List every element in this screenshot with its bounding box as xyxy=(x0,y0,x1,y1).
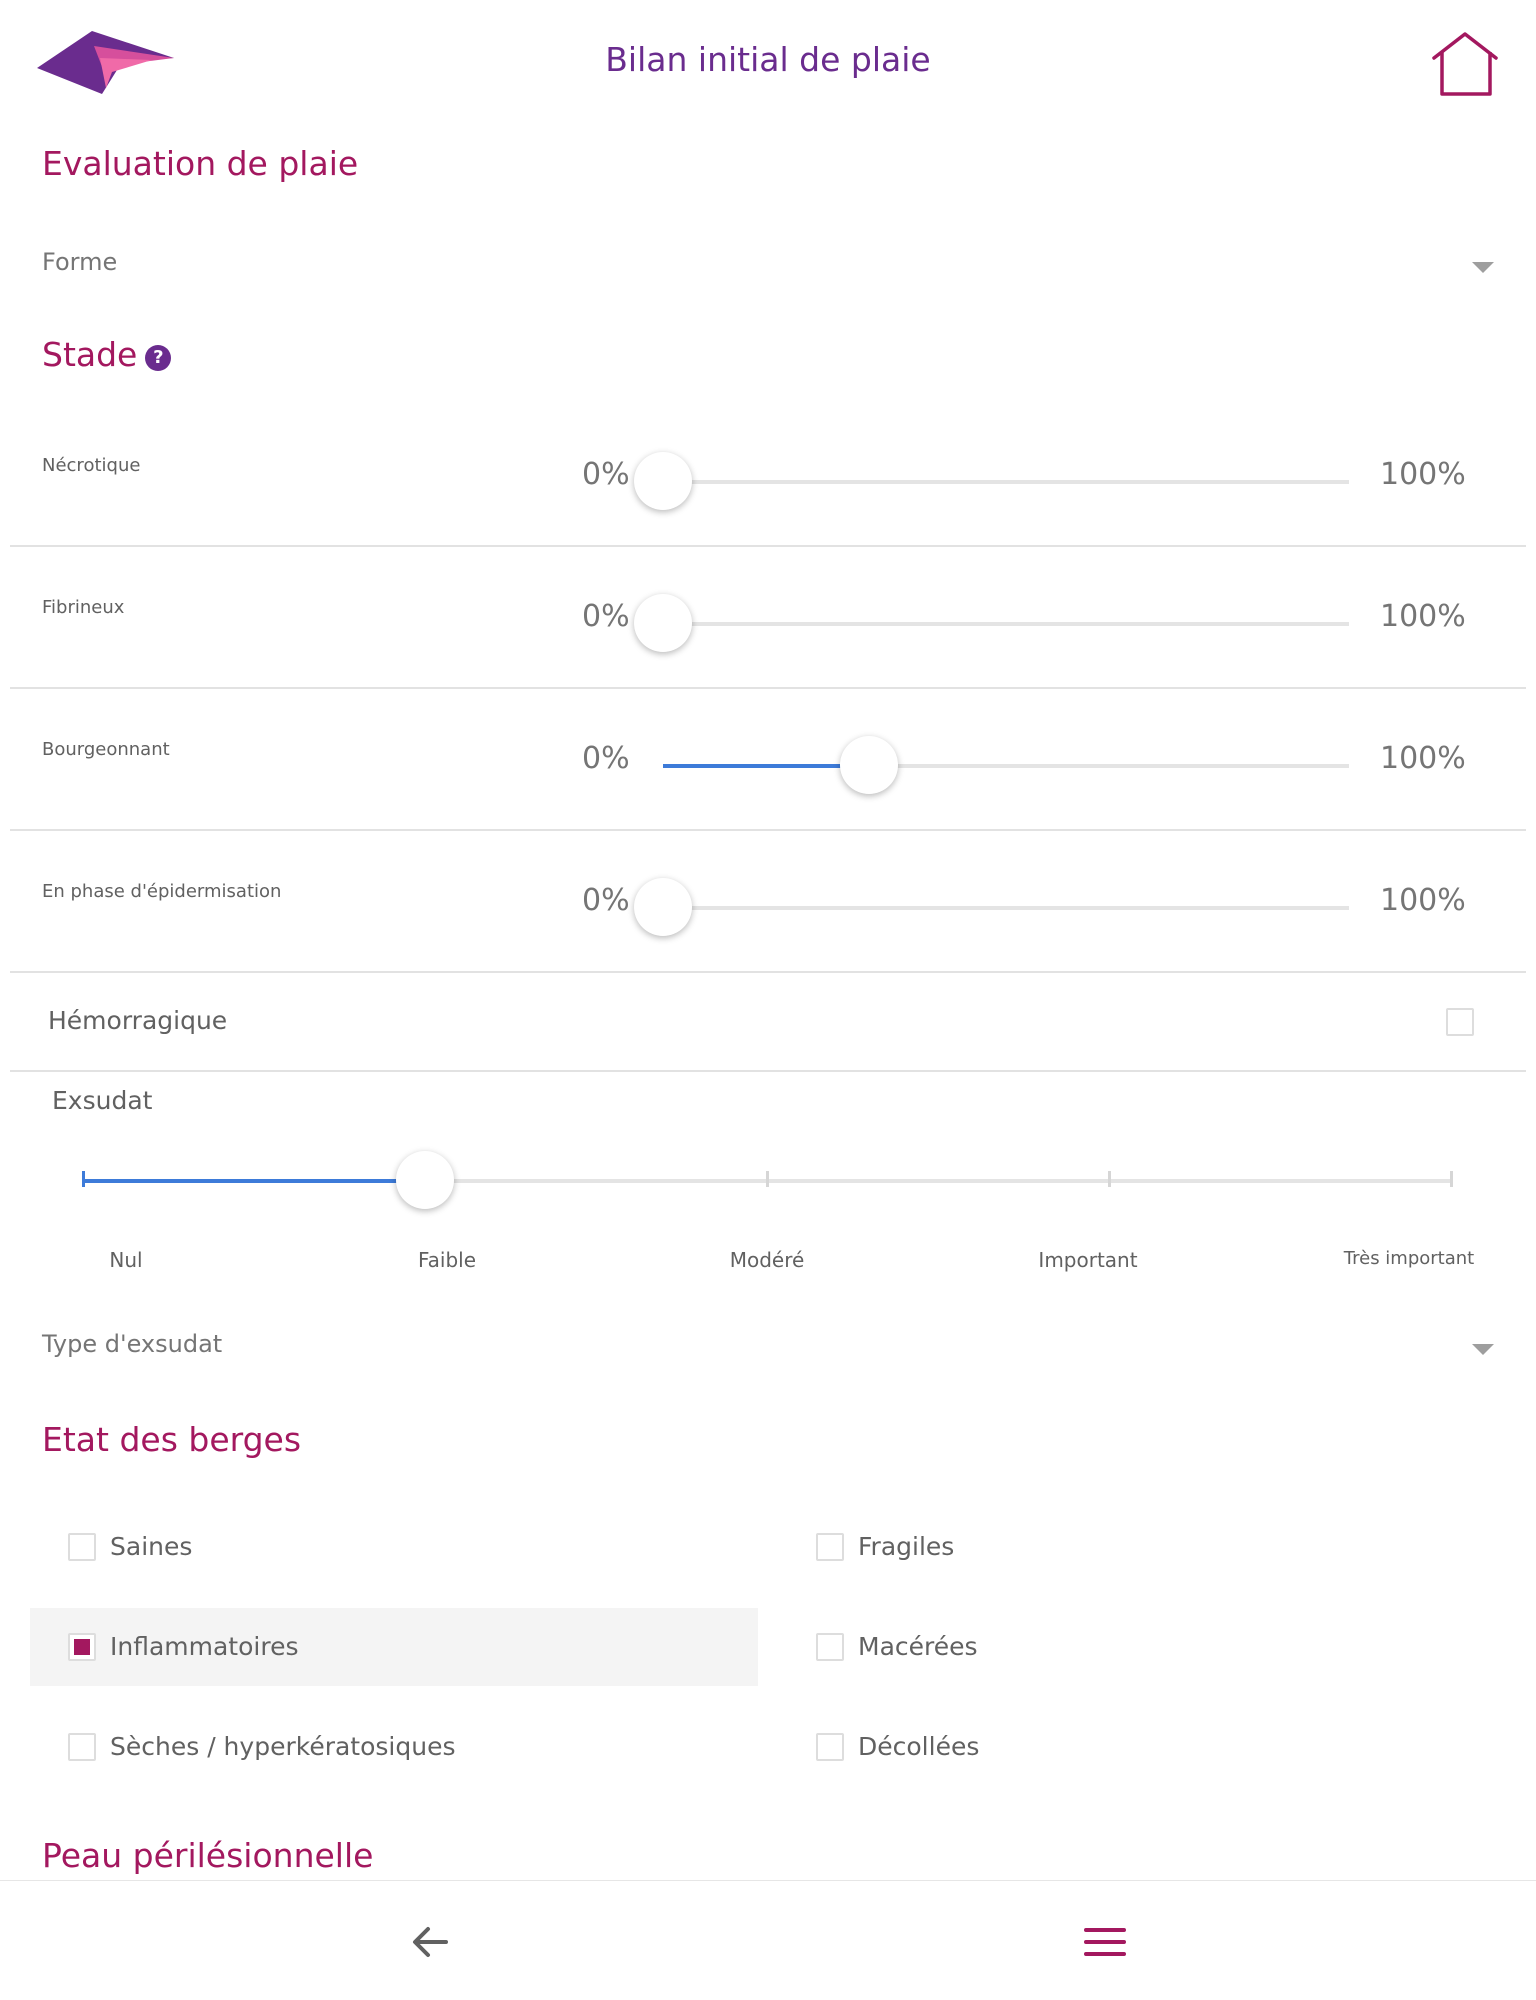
exsudat-slider-track[interactable] xyxy=(82,1151,1453,1209)
stage-slider-track[interactable] xyxy=(634,594,1349,652)
berge-option-saines[interactable]: Saines xyxy=(30,1508,758,1586)
help-icon[interactable]: ? xyxy=(145,345,172,371)
arrow-left-icon[interactable] xyxy=(406,1917,456,1967)
menu-icon[interactable] xyxy=(1080,1917,1130,1967)
app-title: Bilan initial de plaie xyxy=(605,40,931,79)
stage-row-fibrineux: Fibrineux 0% 100% xyxy=(10,547,1526,689)
section-title-berges: Etat des berges xyxy=(42,1420,302,1459)
stage-row-bourgeonnant: Bourgeonnant 0% 100% xyxy=(10,689,1526,831)
berge-option-label: Fragiles xyxy=(858,1532,955,1561)
forme-select[interactable]: Forme xyxy=(42,236,1494,296)
exsudat-level-modere[interactable]: Modéré xyxy=(667,1248,867,1272)
stage-slider-thumb[interactable] xyxy=(634,878,692,936)
stage-slider-thumb[interactable] xyxy=(839,736,898,794)
stage-max-label: 100% xyxy=(1380,741,1466,776)
berge-checkbox[interactable] xyxy=(816,1533,844,1561)
bottom-nav-bar xyxy=(0,1880,1536,2000)
stage-label: Nécrotique xyxy=(42,455,141,476)
stage-slider-fill xyxy=(663,764,869,768)
hemorragique-checkbox[interactable] xyxy=(1446,1008,1474,1036)
berge-option-fragiles[interactable]: Fragiles xyxy=(778,1508,1506,1586)
stage-label: Fibrineux xyxy=(42,597,125,618)
exsudat-level-faible[interactable]: Faible xyxy=(347,1248,547,1272)
exsudat-tick xyxy=(1108,1171,1111,1187)
stage-slider-track[interactable] xyxy=(634,452,1349,510)
exsudat-level-important[interactable]: Important xyxy=(988,1248,1188,1272)
section-title-evaluation: Evaluation de plaie xyxy=(42,144,359,183)
stage-slider-thumb[interactable] xyxy=(634,452,692,510)
type-exsudat-select[interactable]: Type d'exsudat xyxy=(42,1318,1494,1378)
berge-checkbox[interactable] xyxy=(68,1733,96,1761)
stage-max-label: 100% xyxy=(1380,457,1466,492)
forme-select-label: Forme xyxy=(42,248,118,276)
berge-checkbox[interactable] xyxy=(68,1633,96,1661)
stage-slider-track[interactable] xyxy=(634,878,1349,936)
berge-option-label: Sèches / hyperkératosiques xyxy=(110,1732,456,1761)
berge-checkbox[interactable] xyxy=(68,1533,96,1561)
exsudat-tick xyxy=(766,1171,769,1187)
berge-option-label: Saines xyxy=(110,1532,193,1561)
stage-label: En phase d'épidermisation xyxy=(42,881,282,902)
stage-min-label: 0% xyxy=(582,457,630,492)
berge-option-decollees[interactable]: Décollées xyxy=(778,1708,1506,1786)
stage-max-label: 100% xyxy=(1380,883,1466,918)
stage-row-necrotique: Nécrotique 0% 100% xyxy=(10,405,1526,547)
section-title-peau: Peau périlésionnelle xyxy=(42,1836,374,1875)
stage-min-label: 0% xyxy=(582,741,630,776)
berge-option-macerees[interactable]: Macérées xyxy=(778,1608,1506,1686)
berge-option-inflammatoires[interactable]: Inflammatoires xyxy=(30,1608,758,1686)
section-title-stade: Stade? xyxy=(42,335,172,374)
berge-option-seches[interactable]: Sèches / hyperkératosiques xyxy=(30,1708,758,1786)
stage-slider-thumb[interactable] xyxy=(634,594,692,652)
berge-option-label: Inflammatoires xyxy=(110,1632,299,1661)
exsudat-label: Exsudat xyxy=(52,1086,153,1115)
stage-min-label: 0% xyxy=(582,599,630,634)
home-icon[interactable] xyxy=(1428,26,1502,100)
stage-label: Bourgeonnant xyxy=(42,739,170,760)
hemorragique-row[interactable]: Hémorragique xyxy=(10,976,1526,1072)
berge-option-label: Décollées xyxy=(858,1732,980,1761)
stage-max-label: 100% xyxy=(1380,599,1466,634)
stage-row-epidermisation: En phase d'épidermisation 0% 100% xyxy=(10,831,1526,973)
berge-checkbox[interactable] xyxy=(816,1633,844,1661)
stade-title-text: Stade xyxy=(42,335,138,374)
exsudat-tick xyxy=(82,1171,85,1187)
stage-slider-track[interactable] xyxy=(663,736,1349,794)
exsudat-tick xyxy=(1450,1171,1453,1187)
stage-min-label: 0% xyxy=(582,883,630,918)
chevron-down-icon xyxy=(1472,262,1494,273)
app-header: Bilan initial de plaie xyxy=(0,0,1536,125)
exsudat-slider-fill xyxy=(83,1179,425,1183)
berge-option-label: Macérées xyxy=(858,1632,978,1661)
chevron-down-icon xyxy=(1472,1344,1494,1355)
hemorragique-label: Hémorragique xyxy=(48,1006,228,1035)
exsudat-level-nul[interactable]: Nul xyxy=(26,1248,226,1272)
exsudat-slider-thumb[interactable] xyxy=(396,1151,454,1209)
type-exsudat-select-label: Type d'exsudat xyxy=(42,1330,223,1358)
berge-checkbox[interactable] xyxy=(816,1733,844,1761)
exsudat-level-tres-important[interactable]: Très important xyxy=(1309,1248,1509,1269)
